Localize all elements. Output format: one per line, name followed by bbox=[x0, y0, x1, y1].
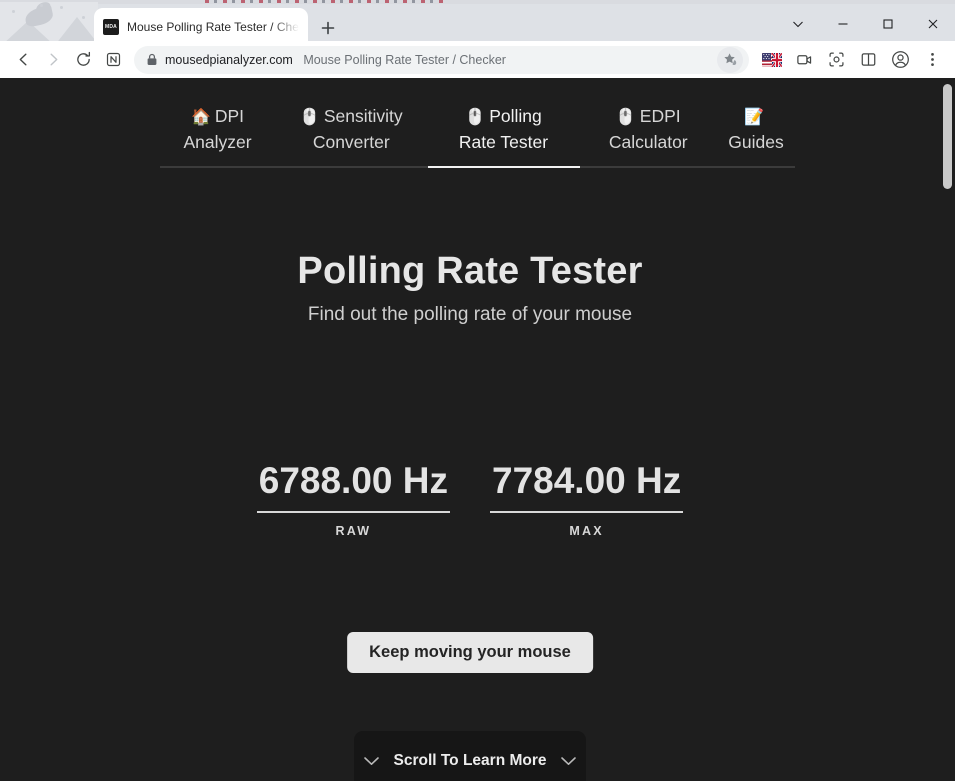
scroll-to-learn-more[interactable]: Scroll To Learn More bbox=[354, 731, 586, 781]
minimize-icon bbox=[838, 23, 847, 25]
page-content: 🏠 DPI Analyzer 🖱️ Sensitivity Converter 🖱️… bbox=[0, 78, 940, 781]
n-boxed-icon bbox=[106, 52, 120, 67]
tab-strip: MDA Mouse Polling Rate Tester / Che bbox=[0, 2, 955, 45]
maximize-button[interactable] bbox=[865, 4, 910, 44]
browser-menu-button[interactable] bbox=[917, 45, 947, 75]
stat-raw-value: 6788.00 Hz bbox=[256, 460, 450, 513]
chevron-down-icon bbox=[792, 21, 803, 28]
media-cast-button[interactable] bbox=[789, 45, 819, 75]
page-scrollbar-thumb[interactable] bbox=[943, 84, 952, 189]
close-window-button[interactable] bbox=[910, 4, 955, 44]
keep-moving-mouse-button[interactable]: Keep moving your mouse bbox=[347, 632, 593, 673]
stat-max-value: 7784.00 Hz bbox=[490, 460, 684, 513]
mda-favicon-icon: MDA bbox=[103, 18, 119, 35]
browser-theme-artwork bbox=[0, 2, 98, 45]
address-bar-spacer bbox=[296, 53, 299, 67]
stat-raw-label: RAW bbox=[335, 524, 372, 538]
three-dot-menu-icon bbox=[930, 53, 934, 66]
sidebar-item-sensitivity-converter[interactable]: 🖱️ Sensitivity Converter bbox=[280, 104, 423, 166]
reload-button[interactable] bbox=[68, 45, 98, 75]
flag-icon bbox=[762, 52, 782, 67]
address-bar[interactable]: mousedpianalyzer.com Mouse Polling Rate … bbox=[134, 45, 749, 74]
web-page-viewport: 🏠 DPI Analyzer 🖱️ Sensitivity Converter 🖱️… bbox=[0, 78, 955, 781]
reload-icon bbox=[76, 51, 90, 66]
back-arrow-icon bbox=[19, 53, 26, 66]
minimize-button[interactable] bbox=[820, 4, 865, 44]
stat-max-label: MAX bbox=[569, 524, 604, 538]
video-camera-icon bbox=[796, 55, 811, 65]
address-bar-description: Mouse Polling Rate Tester / Checker bbox=[303, 52, 506, 67]
sidebar-item-edpi-calculator[interactable]: 🖱️ EDPI Calculator bbox=[584, 104, 712, 166]
bookmark-star-icon[interactable] bbox=[717, 46, 743, 73]
window-controls bbox=[775, 4, 955, 44]
stat-raw: 6788.00 Hz RAW bbox=[256, 460, 450, 538]
page-title: Polling Rate Tester bbox=[297, 250, 643, 292]
page-scrollbar[interactable] bbox=[940, 78, 955, 781]
nav-label-line1: EDPI bbox=[639, 106, 681, 126]
sidebar-item-polling-rate-tester[interactable]: 🖱️ Polling Rate Tester bbox=[427, 104, 580, 168]
chevron-down-icon bbox=[560, 756, 576, 766]
nav-label-line2: Analyzer bbox=[183, 132, 252, 152]
lock-icon bbox=[146, 53, 158, 66]
browser-toolbar: mousedpianalyzer.com Mouse Polling Rate … bbox=[0, 41, 955, 78]
language-flag-button[interactable] bbox=[757, 45, 787, 75]
split-view-icon bbox=[861, 53, 875, 66]
site-navigation: 🏠 DPI Analyzer 🖱️ Sensitivity Converter 🖱️… bbox=[160, 104, 795, 168]
browser-window: MDA Mouse Polling Rate Tester / Che mous… bbox=[0, 0, 955, 781]
toolbar-right-icons bbox=[757, 45, 947, 75]
forward-button[interactable] bbox=[38, 45, 68, 75]
address-bar-domain: mousedpianalyzer.com bbox=[165, 52, 293, 67]
forward-arrow-icon bbox=[50, 53, 57, 66]
stat-max: 7784.00 Hz MAX bbox=[490, 460, 684, 538]
browser-tab-title: Mouse Polling Rate Tester / Che bbox=[127, 19, 299, 34]
sidebar-item-guides[interactable]: 📝 Guides bbox=[717, 104, 795, 166]
profile-button[interactable] bbox=[885, 45, 915, 75]
nav-label-line2: Rate Tester bbox=[458, 132, 549, 152]
plus-icon bbox=[321, 21, 335, 35]
nav-label-line2: Converter bbox=[312, 132, 390, 152]
tab-search-button[interactable] bbox=[775, 4, 820, 44]
sidebar-item-dpi-analyzer[interactable]: 🏠 DPI Analyzer bbox=[160, 104, 275, 166]
screenshot-capture-icon bbox=[828, 52, 844, 67]
mouse-icon: 🖱️ bbox=[299, 109, 320, 126]
mouse-icon: 🖱️ bbox=[465, 109, 486, 126]
back-button[interactable] bbox=[8, 45, 38, 75]
nav-label-line1: Sensitivity bbox=[323, 106, 403, 126]
new-tab-button[interactable] bbox=[315, 15, 341, 41]
split-view-button[interactable] bbox=[853, 45, 883, 75]
profile-avatar-icon bbox=[891, 51, 909, 68]
close-icon bbox=[928, 19, 937, 29]
page-subtitle: Find out the polling rate of your mouse bbox=[307, 304, 633, 325]
mouse-icon: 🖱️ bbox=[615, 109, 636, 126]
nav-label-line2: Calculator bbox=[608, 132, 688, 152]
n-extension-button[interactable] bbox=[98, 45, 128, 75]
browser-tab-active[interactable]: MDA Mouse Polling Rate Tester / Che bbox=[94, 8, 308, 45]
polling-stats: 6788.00 Hz RAW 7784.00 Hz MAX bbox=[0, 460, 940, 538]
scroll-hint-label: Scroll To Learn More bbox=[393, 752, 547, 769]
nav-label-line2: Guides bbox=[728, 132, 784, 152]
house-icon: 🏠 bbox=[190, 109, 211, 126]
memo-icon: 📝 bbox=[744, 109, 764, 126]
screenshot-button[interactable] bbox=[821, 45, 851, 75]
maximize-icon bbox=[882, 19, 893, 29]
nav-label-line1: Polling bbox=[489, 106, 542, 126]
nav-label-line1: DPI bbox=[214, 106, 245, 126]
chevron-down-icon bbox=[364, 756, 380, 766]
